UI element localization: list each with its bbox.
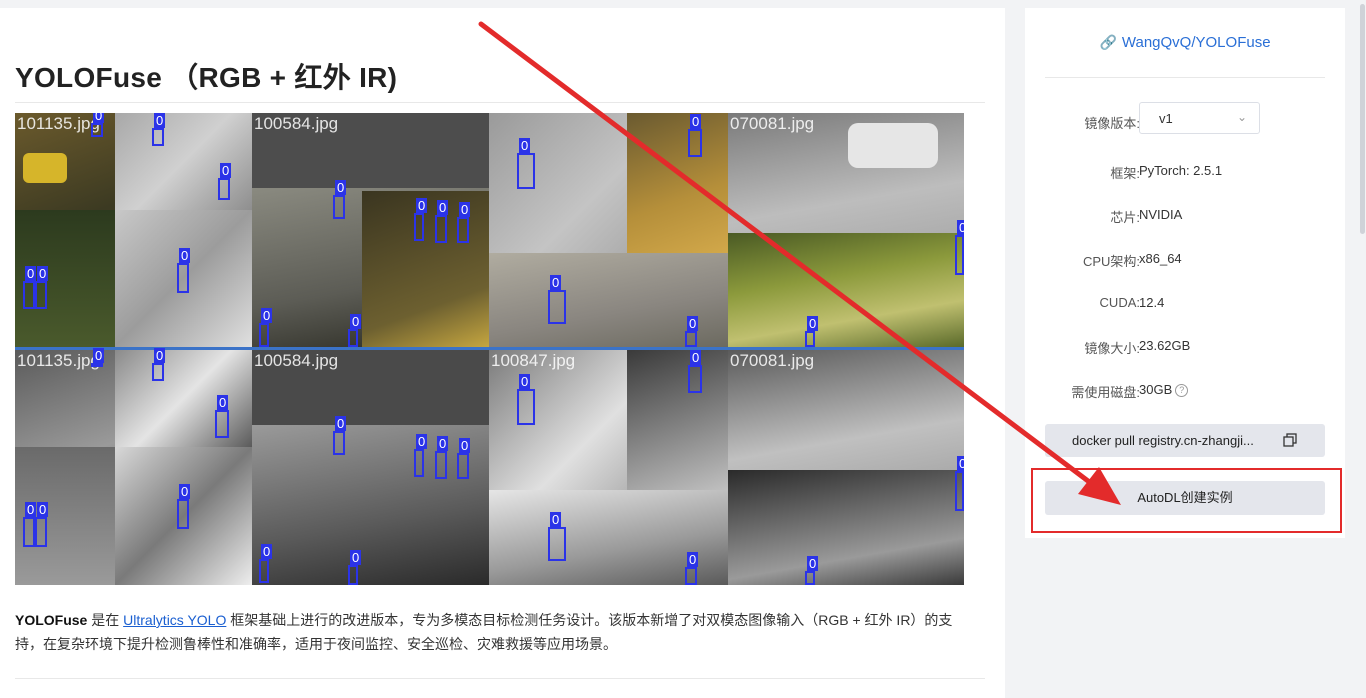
docker-pull-button[interactable]: docker pull registry.cn-zhangji... <box>1045 424 1325 457</box>
detection-box: 0 <box>435 200 449 243</box>
detection-box: 0 <box>517 138 535 189</box>
detection-box: 0 <box>91 113 105 137</box>
detection-box: 0 <box>548 512 566 561</box>
detection-box: 0 <box>414 434 428 477</box>
detection-box: 0 <box>218 163 232 200</box>
spec-key: CPU架构: <box>1082 254 1140 269</box>
detection-box: 0 <box>333 416 347 455</box>
spec-key: 镜像大小: <box>1084 341 1140 356</box>
spec-row-cuda: CUDA: 12.4 <box>1025 293 1345 313</box>
detection-box: 0 <box>259 544 273 583</box>
spec-value: x86_64 <box>1139 251 1182 266</box>
chevron-down-icon: ⌄ <box>1236 110 1247 124</box>
spec-value: 23.62GB <box>1139 338 1191 353</box>
detection-box: 0 <box>435 436 449 479</box>
link-icon: 🔗 <box>1099 34 1117 50</box>
spec-row-cpu-arch: CPU架构: x86_64 <box>1025 249 1345 269</box>
version-label: 镜像版本: <box>1084 116 1140 131</box>
tile-label: 100584.jpg <box>254 114 339 133</box>
detection-box: 0 <box>457 202 471 243</box>
detection-box: 0 <box>414 198 428 241</box>
detection-box: 0 <box>177 248 191 293</box>
spec-value: 30GB? <box>1139 382 1189 397</box>
detection-box: 0 <box>955 220 964 275</box>
sidebar-card: 🔗 WangQvQ/YOLOFuse 镜像版本: v1 ⌄ 框架: PyTorch… <box>1025 8 1345 538</box>
copy-icon[interactable] <box>1283 433 1297 447</box>
detection-box: 0 <box>91 348 105 367</box>
detection-box: 0 <box>215 395 229 438</box>
detection-box: 0 <box>688 114 702 157</box>
mosaic-tile: 101135.jpg <box>15 113 252 347</box>
spec-row-image-size: 镜像大小: 23.62GB <box>1025 336 1345 356</box>
detection-box: 0 <box>688 350 702 393</box>
spec-value: NVIDIA <box>1139 207 1183 222</box>
mosaic-tile: 070081.jpg <box>728 113 964 347</box>
version-select[interactable]: v1 ⌄ <box>1139 102 1260 134</box>
scrollbar[interactable] <box>1359 0 1366 682</box>
tile-label: 101135.jpg <box>17 114 100 133</box>
docker-command: docker pull registry.cn-zhangji... <box>1072 433 1254 448</box>
spec-row-chip: 芯片: NVIDIA <box>1025 205 1345 225</box>
mosaic-tile: 101135.jpg <box>15 350 252 585</box>
repo-link-text[interactable]: WangQvQ/YOLOFuse <box>1122 34 1271 51</box>
ultralytics-link[interactable]: Ultralytics YOLO <box>123 612 226 628</box>
detection-box: 0 <box>259 308 273 347</box>
detection-box: 0 <box>457 438 471 479</box>
tile-label: 100584.jpg <box>254 351 339 370</box>
detection-box: 0 <box>805 556 819 585</box>
detection-box: 0 <box>685 316 699 347</box>
sidebar-divider <box>1045 77 1325 78</box>
annotation-highlight-box <box>1031 468 1342 533</box>
title-divider <box>15 102 985 103</box>
detection-box: 0 <box>35 502 49 547</box>
tile-label: 070081.jpg <box>730 114 815 133</box>
detection-box: 0 <box>152 113 166 146</box>
mosaic-tile: 070081.jpg <box>728 350 964 585</box>
spec-value: 12.4 <box>1139 295 1165 310</box>
description-bold: YOLOFuse <box>15 612 88 628</box>
detection-box: 0 <box>548 275 566 324</box>
detection-box: 0 <box>805 316 819 347</box>
detection-box: 0 <box>23 266 37 309</box>
spec-value-text: 30GB <box>1139 382 1173 397</box>
repo-link[interactable]: 🔗 WangQvQ/YOLOFuse <box>1025 34 1345 51</box>
detection-box: 0 <box>685 552 699 585</box>
version-value: v1 <box>1159 111 1173 126</box>
detection-mosaic-image: 101135.jpg 100584.jpg 070081.jpg 101135.… <box>15 113 964 585</box>
spec-value: PyTorch: 2.5.1 <box>1139 163 1223 178</box>
spec-key: CUDA: <box>1099 295 1140 310</box>
mosaic-tile: 100584.jpg <box>252 350 489 585</box>
description: YOLOFuse 是在 Ultralytics YOLO 框架基础上进行的改进版… <box>15 608 975 656</box>
spec-row-disk: 需使用磁盘: 30GB? <box>1025 380 1345 400</box>
tile-label: 100847.jpg <box>491 351 576 370</box>
tile-label: 101135.jpg <box>17 351 100 370</box>
detection-box: 0 <box>152 348 166 381</box>
detection-box: 0 <box>348 550 362 585</box>
mosaic-tile: 100584.jpg <box>252 113 489 347</box>
detection-box: 0 <box>23 502 37 547</box>
page-title: YOLOFuse （RGB + 红外 IR) <box>15 62 398 93</box>
spec-key: 框架: <box>1110 166 1140 181</box>
help-icon[interactable]: ? <box>1175 384 1189 397</box>
detection-box: 0 <box>333 180 347 219</box>
scrollbar-thumb[interactable] <box>1360 4 1365 234</box>
detection-box: 0 <box>955 456 964 511</box>
description-divider <box>15 678 985 679</box>
tile-label: 070081.jpg <box>730 351 815 370</box>
description-pre: 是在 <box>87 612 124 628</box>
detection-box: 0 <box>348 314 362 347</box>
spec-key: 芯片: <box>1110 210 1140 225</box>
detection-box: 0 <box>517 374 535 425</box>
detection-box: 0 <box>35 266 49 309</box>
spec-key: 需使用磁盘: <box>1071 385 1140 400</box>
spec-row-framework: 框架: PyTorch: 2.5.1 <box>1025 161 1345 181</box>
detection-box: 0 <box>177 484 191 529</box>
